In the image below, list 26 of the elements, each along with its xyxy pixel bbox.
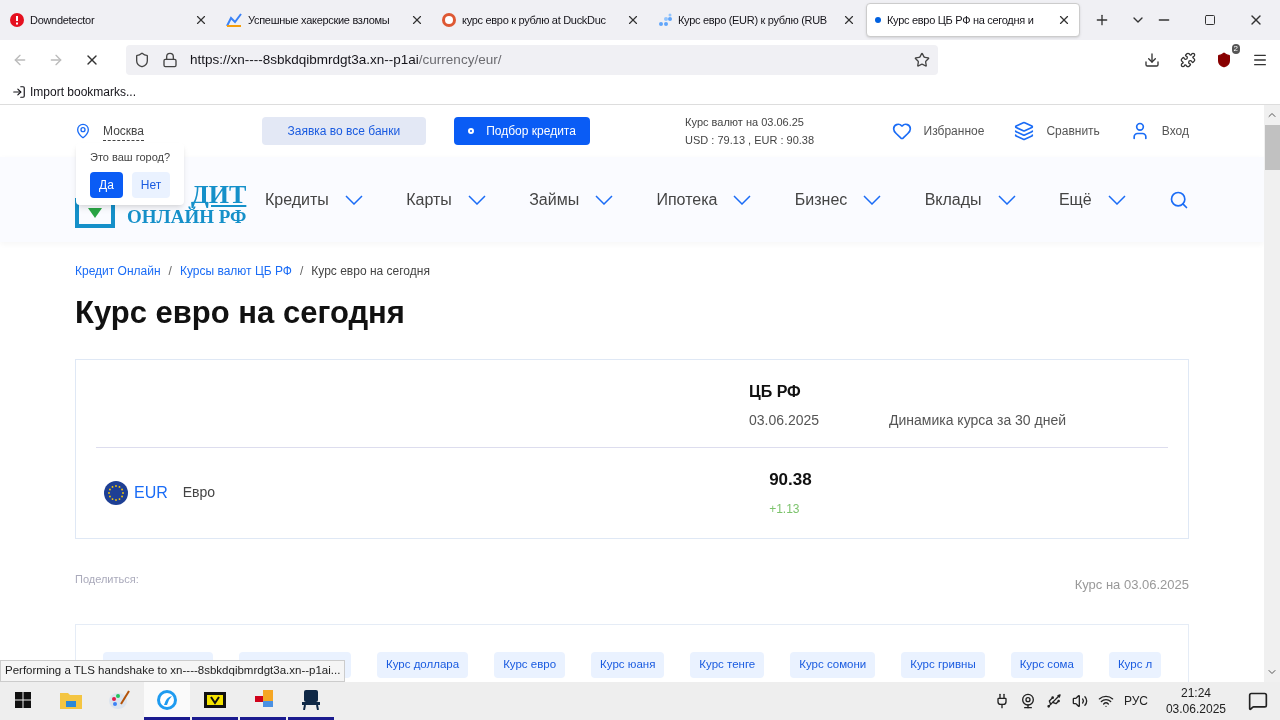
rate-change: +1.13 [769,501,801,519]
currency-name: Евро [182,483,216,502]
current-page-text: Курс евро на сегодня [311,263,430,280]
rates-info-text: USD : 79.13 , EUR : 90.38 [685,133,816,148]
status-tooltip: Performing a TLS handshake to xn----8sbkdqibmrdgt3a.xn--p1ai... [0,660,346,682]
tab-title: курс евро к рублю at DuckDuc [462,12,607,28]
breadcrumb-separator: / [168,263,172,280]
rate-date: 03.06.2025 [749,410,821,430]
currency-code: EUR [134,482,168,503]
rate-date-label: Курс на 03.06.2025 [1074,575,1189,594]
rates-info-text: Курс валют на 03.06.25 [685,115,805,130]
tab-title: Успешные хакерские взломы [248,12,391,28]
share-label: Поделиться: [75,571,139,587]
rate-value: 90.38 [769,468,812,491]
extension-badge: 2 [1231,44,1240,54]
tab-title: Курс евро ЦБ РФ на сегодня и [887,12,1035,28]
page-heading: Курс евро на сегодня [75,294,406,332]
dynamics-label: Динамика курса за 30 дней [889,410,1067,430]
tab-title: Downdetector [30,12,96,28]
url-text: https://xn----8sbkdqibmrdgt3a.xn--p1ai/currency/eur/ [190,50,503,69]
breadcrumb-separator: / [300,263,304,280]
popup-question: Это ваш город? [90,150,170,165]
rate-source: ЦБ РФ [749,381,802,402]
logo-text: ОНЛАЙН РФ [127,206,247,228]
tab-title: Курс евро (EUR) к рублю (RUB [678,12,828,28]
logo-text: ДИТ [190,184,247,206]
